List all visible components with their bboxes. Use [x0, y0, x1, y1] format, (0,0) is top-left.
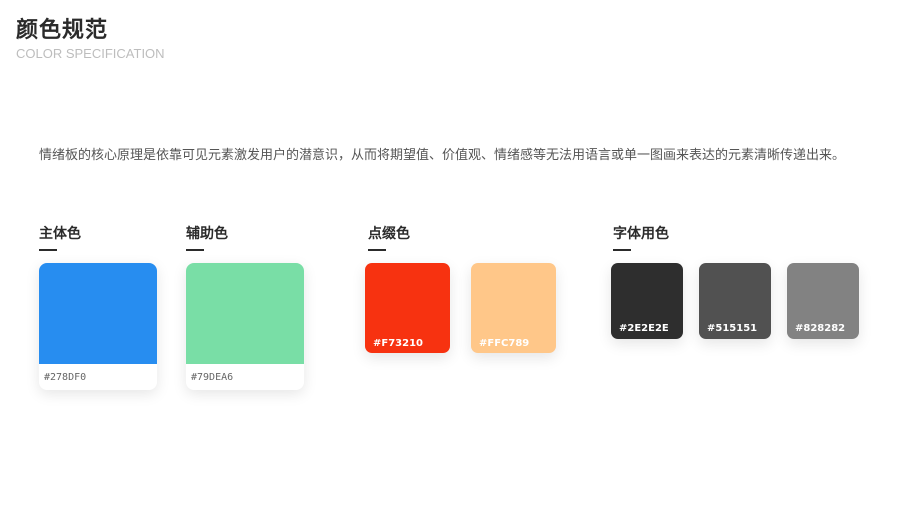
- group-label-accent: 点缀色: [368, 223, 410, 251]
- group-label-accent-text: 点缀色: [368, 226, 410, 242]
- label-underline: [613, 249, 631, 251]
- swatch-color-fill: [186, 263, 304, 364]
- group-label-text-text: 字体用色: [613, 226, 669, 242]
- swatch-accent-1: #F73210: [365, 263, 450, 353]
- swatch-code: #2E2E2E: [619, 323, 669, 334]
- page-subtitle: COLOR SPECIFICATION: [16, 46, 165, 61]
- swatch-text-1: #2E2E2E: [611, 263, 683, 339]
- group-label-secondary-text: 辅助色: [186, 226, 228, 242]
- swatch-text-2: #515151: [699, 263, 771, 339]
- page-title: 颜色规范: [16, 18, 109, 43]
- label-underline: [39, 249, 57, 251]
- swatch-code: #F73210: [373, 338, 423, 349]
- group-label-primary: 主体色: [39, 223, 81, 251]
- swatch-code: #FFC789: [479, 338, 530, 349]
- swatch-accent-2: #FFC789: [471, 263, 556, 353]
- description-text: 情绪板的核心原理是依靠可见元素激发用户的潜意识，从而将期望值、价值观、情绪感等无…: [39, 148, 846, 163]
- label-underline: [368, 249, 386, 251]
- swatch-code: #79DEA6: [191, 372, 234, 383]
- swatch-secondary-1: #79DEA6: [186, 263, 304, 390]
- swatch-code: #828282: [795, 323, 846, 334]
- swatch-code: #278DF0: [44, 372, 87, 383]
- swatch-text-3: #828282: [787, 263, 859, 339]
- group-label-secondary: 辅助色: [186, 223, 228, 251]
- swatch-primary-1: #278DF0: [39, 263, 157, 390]
- swatch-color-fill: [39, 263, 157, 364]
- label-underline: [186, 249, 204, 251]
- swatch-code: #515151: [707, 323, 758, 334]
- group-label-text: 字体用色: [613, 223, 669, 251]
- group-label-primary-text: 主体色: [39, 226, 81, 242]
